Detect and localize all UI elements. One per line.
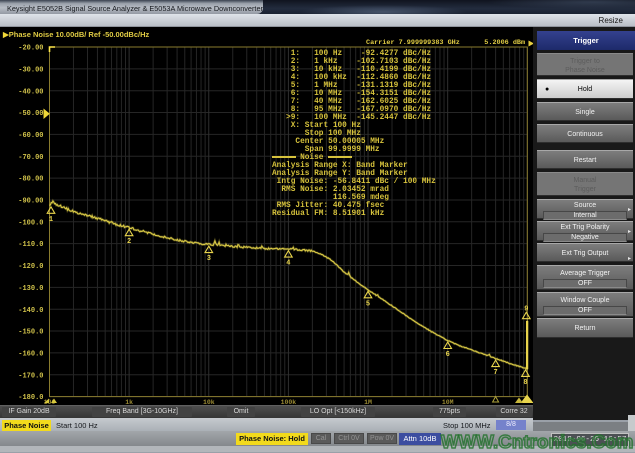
svg-text:-130.0: -130.0 bbox=[18, 285, 43, 293]
svg-text:1: 1 bbox=[49, 216, 53, 224]
svg-text:-40.00: -40.00 bbox=[18, 88, 43, 96]
svg-text:-100.0: -100.0 bbox=[18, 219, 43, 227]
svg-text:-160.0: -160.0 bbox=[18, 351, 43, 359]
svg-text:3: 3 bbox=[207, 255, 211, 263]
svg-text:-140.0: -140.0 bbox=[18, 307, 43, 315]
svg-text:4: 4 bbox=[286, 260, 290, 268]
svg-text:-20.00: -20.00 bbox=[18, 45, 43, 53]
svg-text:-80.00: -80.00 bbox=[18, 176, 43, 184]
svg-text:5: 5 bbox=[366, 300, 370, 308]
svg-text:-30.00: -30.00 bbox=[18, 66, 43, 74]
svg-text:-170.0: -170.0 bbox=[18, 372, 43, 380]
svg-text:6: 6 bbox=[446, 351, 450, 359]
svg-text:-60.00: -60.00 bbox=[18, 132, 43, 140]
svg-text:-110.0: -110.0 bbox=[18, 241, 43, 249]
svg-text:-180.0: -180.0 bbox=[18, 394, 43, 402]
svg-text:8: 8 bbox=[523, 379, 527, 387]
svg-text:-70.00: -70.00 bbox=[18, 154, 43, 162]
svg-text:7: 7 bbox=[493, 369, 497, 377]
svg-text:-150.0: -150.0 bbox=[18, 329, 43, 337]
svg-text:-90.00: -90.00 bbox=[18, 198, 43, 206]
svg-text:2: 2 bbox=[127, 238, 131, 246]
svg-text:-120.0: -120.0 bbox=[18, 263, 43, 271]
svg-text:-50.00: -50.00 bbox=[18, 110, 43, 118]
